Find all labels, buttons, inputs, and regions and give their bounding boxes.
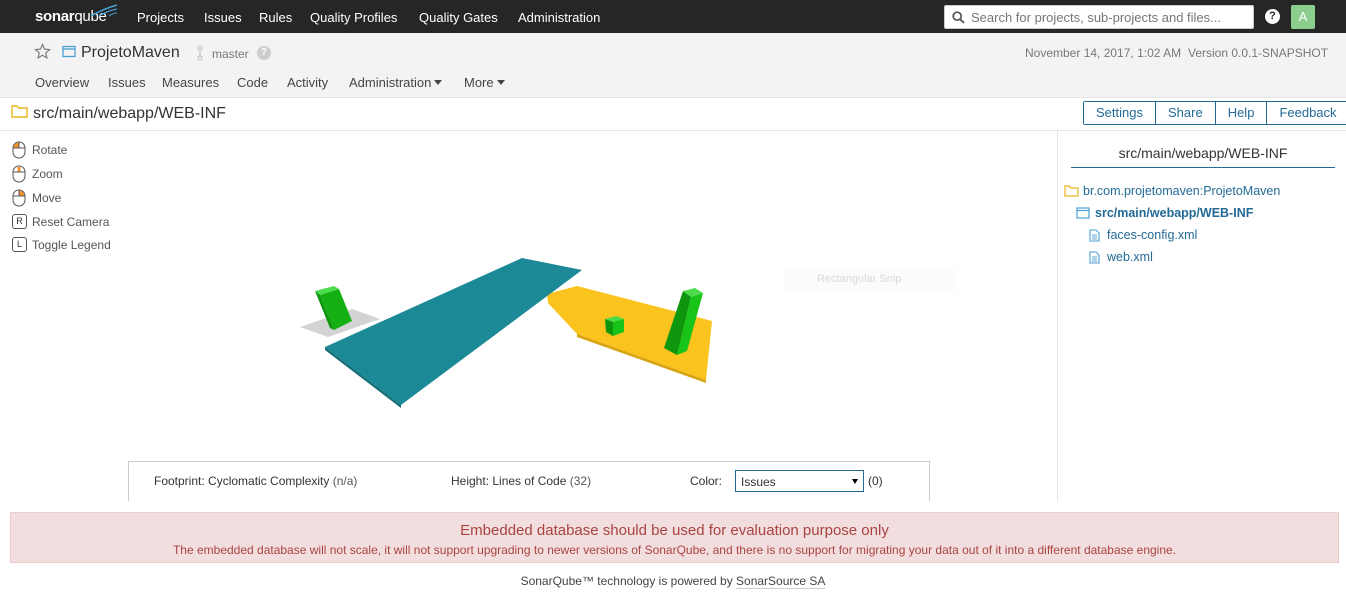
help-icon[interactable]: ? — [1265, 9, 1280, 24]
city-legend: Footprint: Cyclomatic Complexity (n/a) H… — [128, 461, 930, 501]
legend-footprint: Footprint: Cyclomatic Complexity (n/a) — [154, 474, 357, 488]
snip-tool-label: Rectangular Snip — [817, 273, 902, 285]
chevron-down-icon — [852, 479, 858, 484]
project-qualifier-icon — [62, 45, 76, 58]
feedback-button[interactable]: Feedback — [1267, 102, 1346, 124]
tab-overview[interactable]: Overview — [35, 75, 89, 90]
footer-text: SonarQube™ technology is powered by — [520, 574, 737, 588]
nav-administration[interactable]: Administration — [518, 10, 600, 25]
nav-quality-gates[interactable]: Quality Gates — [419, 10, 498, 25]
control-rotate: Rotate — [12, 141, 67, 159]
sonarqube-logo[interactable]: sonarqube — [35, 4, 118, 25]
tab-administration[interactable]: Administration — [349, 75, 443, 90]
nav-rules[interactable]: Rules — [259, 10, 292, 25]
tab-issues[interactable]: Issues — [108, 75, 146, 90]
settings-button[interactable]: Settings — [1084, 102, 1156, 124]
logo-waves-icon — [90, 4, 118, 17]
control-zoom-label: Zoom — [32, 167, 63, 181]
control-rotate-label: Rotate — [32, 143, 68, 157]
teal-district[interactable] — [325, 258, 582, 405]
legend-footprint-value: (n/a) — [332, 474, 358, 488]
legend-height-value: (32) — [569, 474, 592, 488]
sonarsource-link[interactable]: SonarSource SA — [736, 574, 826, 589]
user-avatar[interactable]: A — [1291, 5, 1315, 29]
mouse-scroll-icon — [12, 165, 26, 183]
legend-height: Height: Lines of Code (32) — [451, 474, 591, 488]
component-tree-panel: src/main/webapp/WEB-INF br.com.projetoma… — [1059, 131, 1346, 501]
warning-title: Embedded database should be used for eva… — [460, 522, 889, 539]
current-path-title: src/main/webapp/WEB-INF — [33, 105, 226, 122]
key-l-icon: L — [12, 237, 27, 252]
mouse-left-icon — [12, 141, 26, 159]
control-legend-label: Toggle Legend — [32, 238, 111, 252]
control-move-label: Move — [32, 191, 62, 205]
control-zoom: Zoom — [12, 165, 63, 183]
page-footer: SonarQube™ technology is powered by Sona… — [0, 574, 1346, 589]
search-icon — [952, 11, 965, 24]
search-input[interactable] — [971, 8, 1247, 26]
global-search[interactable] — [944, 5, 1254, 29]
color-metric-value: Issues — [741, 475, 776, 489]
tab-activity[interactable]: Activity — [287, 75, 328, 90]
control-move: Move — [12, 189, 61, 207]
warning-text: The embedded database will not scale, it… — [172, 543, 1177, 557]
tree-item-faces-config-label: faces-config.xml — [1107, 228, 1198, 242]
help-button[interactable]: Help — [1215, 102, 1268, 124]
legend-height-label: Height: Lines of Code — [451, 474, 567, 488]
tree-title: src/main/webapp/WEB-INF — [1071, 145, 1335, 168]
nav-projects[interactable]: Projects — [137, 10, 184, 25]
favorite-star-icon[interactable] — [34, 43, 51, 60]
logo-text-bold: sonar — [35, 8, 75, 25]
folder-open-icon — [1076, 207, 1090, 219]
embedded-db-warning: Embedded database should be used for eva… — [10, 512, 1339, 563]
code-city-scene[interactable] — [0, 131, 1057, 461]
tab-administration-label: Administration — [349, 75, 432, 90]
tab-code[interactable]: Code — [237, 75, 268, 90]
building-small[interactable] — [605, 316, 624, 336]
legend-color-label: Color: — [690, 474, 723, 488]
tab-more-label: More — [464, 75, 494, 90]
tab-more[interactable]: More — [464, 75, 505, 90]
legend-footprint-label: Footprint: Cyclomatic Complexity — [154, 474, 330, 488]
color-metric-select[interactable]: Issues — [735, 470, 864, 492]
nav-quality-profiles[interactable]: Quality Profiles — [310, 10, 397, 25]
chevron-down-icon — [496, 80, 505, 85]
project-name[interactable]: ProjetoMaven — [81, 44, 180, 62]
branch-name: master — [212, 47, 249, 61]
share-button[interactable]: Share — [1155, 102, 1216, 124]
control-reset-label: Reset Camera — [32, 215, 110, 229]
key-r-icon: R — [12, 214, 27, 229]
folder-icon — [11, 105, 28, 118]
tree-item-current-dir-label: src/main/webapp/WEB-INF — [1095, 206, 1254, 220]
snip-tool-ghost: Rectangular Snip — [785, 270, 957, 290]
tree-item-project-label: br.com.projetomaven:ProjetoMaven — [1083, 184, 1281, 198]
project-version: Version 0.0.1-SNAPSHOT — [1188, 46, 1329, 60]
chevron-down-icon — [434, 80, 443, 85]
tab-measures[interactable]: Measures — [162, 75, 219, 90]
toolbar-button-group: Settings Share Help Feedback — [1083, 101, 1346, 125]
city-3d-viewport[interactable]: Rotate Zoom Move R Reset Camera L Toggle… — [0, 131, 1058, 501]
file-icon — [1089, 229, 1100, 242]
file-icon — [1089, 251, 1100, 264]
mouse-right-icon — [12, 189, 26, 207]
legend-color-count: (0) — [868, 474, 883, 488]
branch-help-icon[interactable]: ? — [257, 46, 271, 60]
analysis-date: November 14, 2017, 1:02 AM — [1025, 46, 1182, 60]
nav-issues[interactable]: Issues — [204, 10, 242, 25]
city-toolbar: src/main/webapp/WEB-INF Settings Share H… — [0, 98, 1346, 131]
project-header: ProjetoMaven master ? November 14, 2017,… — [0, 33, 1346, 98]
branch-icon — [197, 45, 203, 61]
top-navbar: sonarqube Projects Issues Rules Quality … — [0, 0, 1346, 33]
tree-item-web-label: web.xml — [1107, 250, 1153, 264]
folder-icon — [1064, 185, 1079, 197]
